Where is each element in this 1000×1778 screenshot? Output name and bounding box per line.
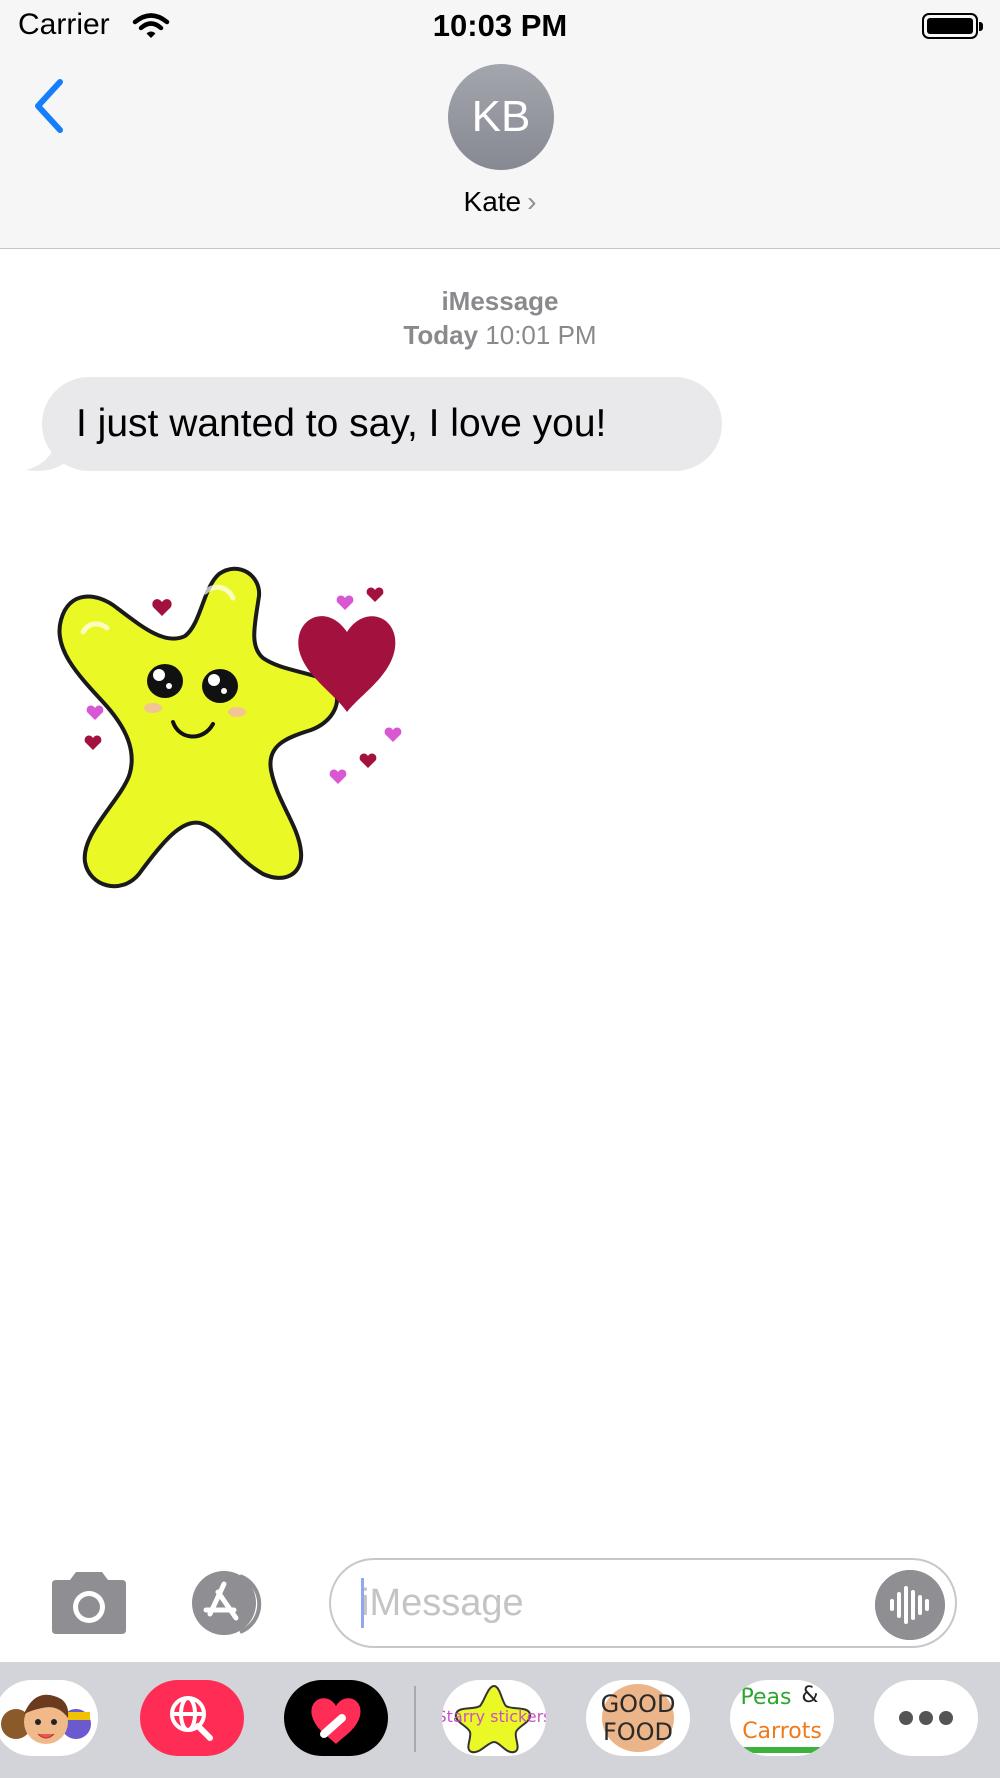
chevron-right-icon: › xyxy=(527,186,537,217)
peas-label: Peas xyxy=(741,1685,792,1710)
contact-avatar[interactable]: KB xyxy=(448,64,554,170)
starry-stickers-icon: Starry stickers xyxy=(442,1684,546,1754)
service-label: iMessage xyxy=(441,286,559,316)
starry-stickers-app-button[interactable]: Starry stickers xyxy=(442,1680,546,1756)
timestamp-day: Today xyxy=(403,320,479,350)
audio-waveform-icon[interactable] xyxy=(875,1570,945,1640)
peas-carrots-icon: Peas & Carrots xyxy=(740,1683,824,1753)
memoji-icon xyxy=(1,1694,91,1744)
ampersand-label: & xyxy=(801,1683,818,1708)
smiling-star-with-hearts-sticker[interactable] xyxy=(55,562,417,898)
globe-search-icon xyxy=(170,1696,213,1741)
more-icon xyxy=(899,1711,953,1725)
good-food-app-button[interactable]: GOOD FOOD xyxy=(586,1680,690,1756)
drawer-divider xyxy=(414,1686,416,1752)
app-drawer: Starry stickers GOOD FOOD Peas & Carrots xyxy=(0,1662,1000,1778)
message-input[interactable] xyxy=(329,1558,957,1648)
contact-name-button[interactable]: Kate › xyxy=(0,186,1000,218)
digital-touch-app-button[interactable] xyxy=(284,1680,388,1756)
status-bar: Carrier 10:03 PM xyxy=(0,0,1000,56)
good-food-label-1: GOOD xyxy=(601,1690,676,1718)
image-search-app-button[interactable] xyxy=(140,1680,244,1756)
timestamp-time: 10:01 PM xyxy=(485,320,597,350)
carrots-label: Carrots xyxy=(742,1719,822,1744)
heart-touch-icon xyxy=(311,1698,361,1744)
incoming-message-bubble[interactable]: I just wanted to say, I love you! xyxy=(42,377,722,471)
good-food-label-2: FOOD xyxy=(603,1718,673,1746)
memoji-app-button[interactable] xyxy=(0,1680,98,1756)
back-chevron-icon[interactable] xyxy=(30,76,70,136)
battery-icon xyxy=(922,13,983,39)
text-cursor xyxy=(361,1578,364,1628)
peas-carrots-app-button[interactable]: Peas & Carrots xyxy=(730,1680,834,1756)
message-timestamp: Today 10:01 PM xyxy=(0,320,1000,351)
good-food-icon: GOOD FOOD xyxy=(601,1684,676,1752)
camera-icon[interactable] xyxy=(46,1570,132,1636)
app-store-icon[interactable] xyxy=(188,1570,284,1636)
more-apps-button[interactable] xyxy=(874,1680,978,1756)
starry-label: Starry stickers xyxy=(442,1707,546,1726)
status-time: 10:03 PM xyxy=(432,8,568,43)
contact-name: Kate xyxy=(463,186,522,217)
